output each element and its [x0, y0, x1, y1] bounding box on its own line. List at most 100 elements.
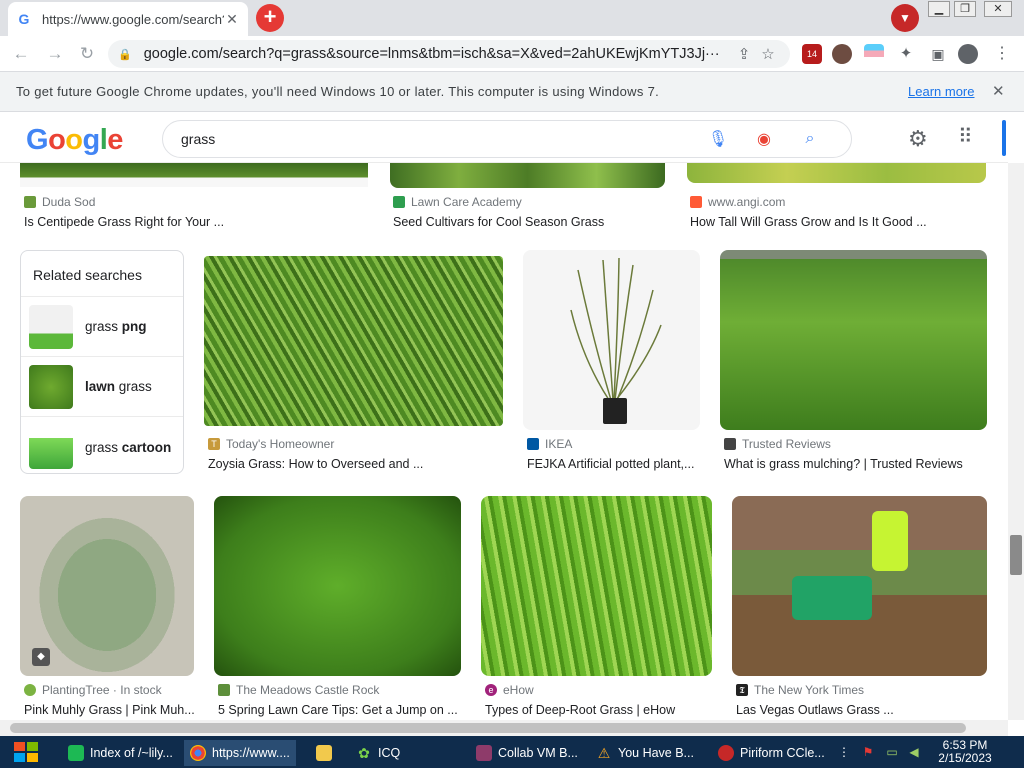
result-image[interactable]: ◆ [20, 496, 194, 676]
result-caption[interactable]: Las Vegas Outlaws Grass ... [736, 703, 991, 717]
system-clock[interactable]: 6:53 PM 2/15/2023 [930, 739, 1000, 765]
horizontal-scrollbar-thumb[interactable] [10, 723, 966, 733]
update-infobar: To get future Google Chrome updates, you… [0, 72, 1024, 112]
site-favicon-icon [724, 438, 736, 450]
result-source[interactable]: IKEA [527, 437, 572, 451]
potted-plant-image [570, 257, 662, 424]
taskbar-item[interactable]: Index of /~lily... [62, 740, 180, 766]
profile-extension-icon[interactable] [832, 44, 852, 64]
taskbar-item[interactable]: ✿ ICQ [350, 740, 450, 766]
microphone-icon[interactable]: 🎙 [695, 129, 741, 149]
volume-icon[interactable]: ◀ [906, 744, 922, 760]
taskbar-item[interactable]: ⚠ You Have B... [590, 740, 702, 766]
settings-gear-icon[interactable]: ⚙ [908, 126, 928, 152]
forward-arrow-icon[interactable]: → [44, 43, 66, 65]
result-image[interactable] [214, 496, 461, 676]
address-bar[interactable]: 🔒 google.com/search?q=grass&source=lnms&… [108, 40, 790, 68]
vertical-scrollbar[interactable] [1008, 163, 1024, 720]
maximize-button[interactable]: ❐ [954, 1, 976, 17]
search-query[interactable]: grass [181, 131, 695, 147]
overflow-icon[interactable]: ⋮ [836, 744, 852, 760]
sod-cutter-image [792, 576, 872, 620]
result-source[interactable]: PlantingTree · In stock [24, 683, 162, 697]
site-favicon-icon [24, 684, 36, 696]
result-image[interactable] [20, 163, 368, 187]
result-source[interactable]: Duda Sod [24, 195, 95, 209]
result-caption[interactable]: Pink Muhly Grass | Pink Muh... [24, 703, 194, 717]
result-source[interactable]: e eHow [485, 683, 534, 697]
infobar-close-icon[interactable]: ✕ [992, 82, 1005, 100]
folder-icon [316, 745, 332, 761]
app-icon [68, 745, 84, 761]
result-caption[interactable]: Types of Deep-Root Grass | eHow [485, 703, 715, 717]
taskbar-item[interactable]: https://www.... [184, 740, 296, 766]
vertical-scrollbar-thumb[interactable] [1010, 535, 1022, 575]
url-text[interactable]: google.com/search?q=grass&source=lnms&tb… [144, 46, 732, 62]
reload-icon[interactable]: ↻ [76, 43, 98, 65]
result-caption[interactable]: Is Centipede Grass Right for Your ... [24, 215, 364, 229]
result-caption[interactable]: 5 Spring Lawn Care Tips: Get a Jump on .… [218, 703, 463, 717]
chrome-menu-icon[interactable]: ⋮ [992, 44, 1012, 64]
site-favicon-icon [393, 196, 405, 208]
flag-tray-icon[interactable]: ⚑ [860, 744, 876, 760]
account-button[interactable] [1002, 120, 1006, 156]
taskbar-item[interactable]: Piriform CCle... [712, 740, 824, 766]
result-source[interactable]: 𝕿 The New York Times [736, 683, 864, 697]
result-image[interactable] [720, 250, 987, 430]
tab-search-chevron-icon[interactable]: ▼ [891, 4, 919, 32]
result-image[interactable] [523, 250, 700, 430]
result-source[interactable]: Trusted Reviews [724, 437, 831, 451]
start-button[interactable] [8, 738, 44, 766]
lawn-grass-thumbnail [29, 364, 73, 409]
icq-flower-icon: ✿ [358, 745, 370, 761]
taskbar-item[interactable]: Collab VM B... [470, 740, 582, 766]
result-caption[interactable]: How Tall Will Grass Grow and Is It Good … [690, 215, 990, 229]
learn-more-link[interactable]: Learn more [908, 84, 974, 99]
related-search-grass-png[interactable]: grass png [21, 297, 183, 357]
windows-logo-icon [14, 742, 38, 762]
flag-extension-icon[interactable] [864, 44, 884, 64]
result-caption[interactable]: What is grass mulching? | Trusted Review… [724, 457, 989, 471]
new-tab-button[interactable]: + [256, 4, 284, 32]
result-image[interactable] [390, 163, 665, 188]
profile-avatar-icon[interactable] [958, 44, 978, 64]
search-input[interactable]: grass 🎙 ◉ ⌕ [162, 120, 852, 158]
tab-close-icon[interactable]: ✕ [224, 11, 240, 28]
result-image[interactable] [481, 496, 712, 676]
network-icon[interactable]: ▭ [884, 744, 900, 760]
lock-icon: 🔒 [118, 48, 132, 61]
related-search-lawn-grass[interactable]: lawn grass [21, 357, 183, 417]
apps-grid-icon[interactable]: ⠿ [958, 126, 973, 148]
result-caption[interactable]: FEJKA Artificial potted plant,... [527, 457, 699, 471]
tab-title: https://www.google.com/search?q=grass [42, 11, 224, 27]
result-image[interactable] [204, 256, 503, 426]
site-favicon-icon: 𝕿 [736, 684, 748, 696]
result-source[interactable]: Lawn Care Academy [393, 195, 522, 209]
minimize-button[interactable]: ▁ [928, 1, 950, 17]
taskbar-item[interactable] [310, 740, 340, 766]
site-favicon-icon [218, 684, 230, 696]
ccleaner-icon [718, 745, 734, 761]
close-window-button[interactable]: ✕ [984, 1, 1012, 17]
share-icon[interactable]: ⇪ [732, 45, 756, 63]
search-icon[interactable]: ⌕ [787, 130, 833, 148]
bookmark-star-icon[interactable]: ☆ [756, 45, 780, 63]
back-arrow-icon[interactable]: ← [10, 43, 32, 65]
result-image[interactable] [732, 496, 987, 676]
lens-camera-icon[interactable]: ◉ [741, 129, 787, 149]
worker-image [872, 511, 908, 571]
result-source[interactable]: The Meadows Castle Rock [218, 683, 379, 697]
google-logo[interactable]: Google [26, 124, 123, 157]
related-search-grass-cartoon[interactable]: grass cartoon [21, 417, 183, 477]
site-favicon-icon [24, 196, 36, 208]
result-caption[interactable]: Zoysia Grass: How to Overseed and ... [208, 457, 508, 471]
result-source[interactable]: T Today's Homeowner [208, 437, 334, 451]
extensions-puzzle-icon[interactable]: ✦ [896, 44, 916, 64]
grass-cartoon-thumbnail [29, 425, 73, 469]
extension-badge-icon[interactable]: 14 [802, 44, 822, 64]
result-image[interactable] [687, 163, 986, 183]
result-caption[interactable]: Seed Cultivars for Cool Season Grass [393, 215, 673, 229]
side-panel-icon[interactable]: ▣ [928, 44, 948, 64]
result-source[interactable]: www.angi.com [690, 195, 785, 209]
tab-google-search[interactable]: G https://www.google.com/search?q=grass … [8, 2, 248, 36]
